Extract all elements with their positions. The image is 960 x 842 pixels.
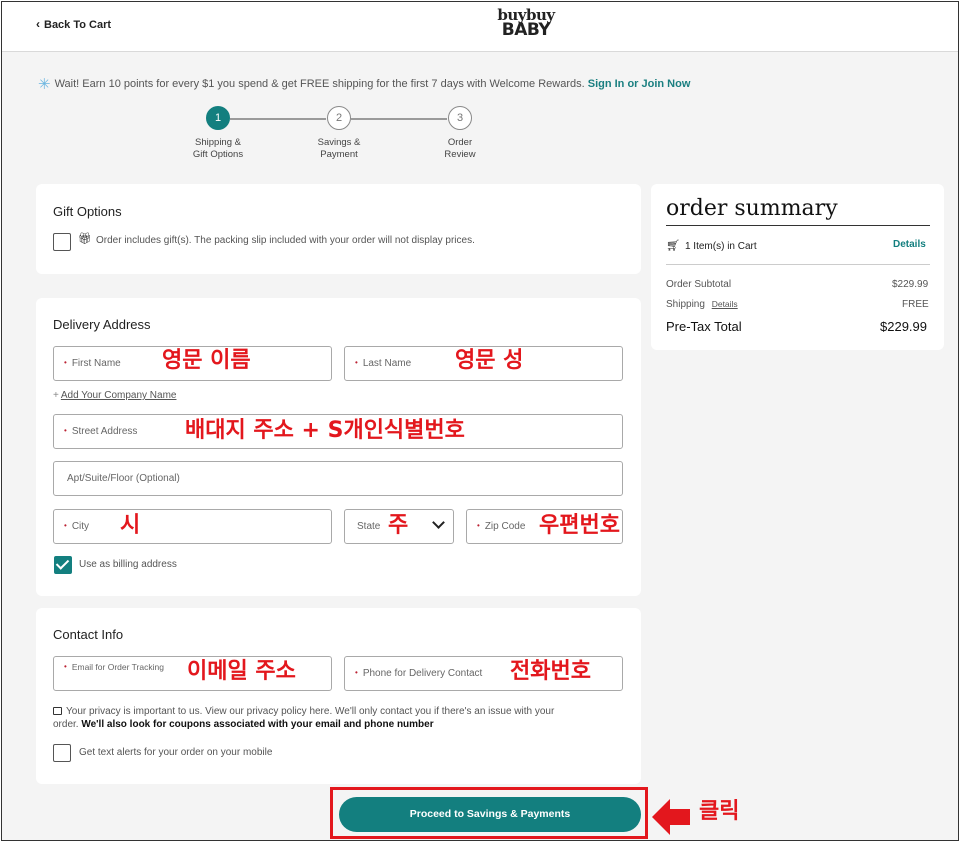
gift-options-card: Gift Options 🎁︎ Order includes gift(s). … xyxy=(36,184,641,274)
shipping-details-link[interactable]: Details xyxy=(712,299,738,309)
lock-icon xyxy=(53,707,62,715)
contact-info-title: Contact Info xyxy=(53,627,124,642)
left-arrow-icon xyxy=(652,799,690,835)
checkout-stepper: 1 Shipping & Gift Options 2 Savings & Paym… xyxy=(2,104,958,174)
annotation-email: 이메일 주소 xyxy=(187,659,296,684)
delivery-address-card: Delivery Address • First Name • Last Name … xyxy=(36,298,641,596)
gift-checkbox[interactable] xyxy=(53,233,71,251)
annotation-state: 주 xyxy=(388,513,409,538)
add-company-link[interactable]: + Add Your Company Name xyxy=(53,390,176,401)
annotation-first-name: 영문 이름 xyxy=(162,348,251,373)
annotation-click: 클릭 xyxy=(699,799,740,824)
annotation-city: 시 xyxy=(120,513,141,538)
privacy-notice: Your privacy is important to us. View ou… xyxy=(53,706,555,730)
annotation-phone: 전화번호 xyxy=(510,659,591,684)
top-bar: ‹ Back To Cart buybuy BABY xyxy=(2,2,958,52)
delivery-address-title: Delivery Address xyxy=(53,317,151,332)
checkout-page: ‹ Back To Cart buybuy BABY ✳ Wait! Earn 10… xyxy=(1,1,959,841)
text-alerts-checkbox[interactable] xyxy=(53,744,71,762)
annotation-zip: 우편번호 xyxy=(539,513,620,538)
step-shipping: 1 Shipping & Gift Options xyxy=(173,106,263,161)
summary-divider xyxy=(666,264,930,265)
step-savings: 2 Savings & Payment xyxy=(294,106,384,161)
chevron-down-icon xyxy=(432,516,445,529)
shipping-label: Shipping Details xyxy=(666,299,738,310)
sparkle-icon: ✳ xyxy=(38,76,51,93)
cart-icon: 🛒︎ xyxy=(666,240,680,252)
brand-logo[interactable]: buybuy BABY xyxy=(494,8,558,39)
billing-address-label: Use as billing address xyxy=(79,559,177,570)
summary-divider xyxy=(666,225,930,226)
contact-info-card: Contact Info • Email for Order Tracking •… xyxy=(36,608,641,784)
order-summary-title: order summary xyxy=(666,196,838,221)
text-alerts-label: Get text alerts for your order on your m… xyxy=(79,747,273,758)
gift-checkbox-label: Order includes gift(s). The packing slip… xyxy=(96,235,475,246)
subtotal-value: $229.99 xyxy=(892,279,929,290)
proceed-to-savings-button[interactable]: Proceed to Savings & Payments xyxy=(339,797,641,832)
step-number: 3 xyxy=(448,106,472,130)
step-number: 2 xyxy=(327,106,351,130)
city-field[interactable]: • City xyxy=(53,509,332,544)
billing-address-checkbox[interactable] xyxy=(54,556,72,574)
sign-in-join-link[interactable]: Sign In or Join Now xyxy=(588,78,691,90)
annotation-last-name: 영문 성 xyxy=(455,348,524,373)
apt-suite-field[interactable]: Apt/Suite/Floor (Optional) xyxy=(53,461,623,496)
chevron-left-icon: ‹ xyxy=(36,17,40,31)
pretax-total-value: $229.99 xyxy=(880,319,927,334)
back-to-cart-link[interactable]: ‹ Back To Cart xyxy=(36,17,111,31)
cart-count: 🛒︎ 1 Item(s) in Cart xyxy=(666,240,757,252)
annotation-street: 배대지 주소 + S개인식별번호 xyxy=(185,418,465,443)
gift-options-title: Gift Options xyxy=(53,204,122,219)
step-review: 3 Order Review xyxy=(415,106,505,161)
subtotal-label: Order Subtotal xyxy=(666,279,732,290)
rewards-promo: ✳ Wait! Earn 10 points for every $1 you s… xyxy=(38,76,691,93)
logo-line2: BABY xyxy=(501,20,551,40)
gift-icon: 🎁︎ xyxy=(78,233,92,245)
cart-details-link[interactable]: Details xyxy=(893,239,926,250)
pretax-total-label: Pre-Tax Total xyxy=(666,319,742,334)
step-number: 1 xyxy=(206,106,230,130)
shipping-value: FREE xyxy=(902,299,929,310)
